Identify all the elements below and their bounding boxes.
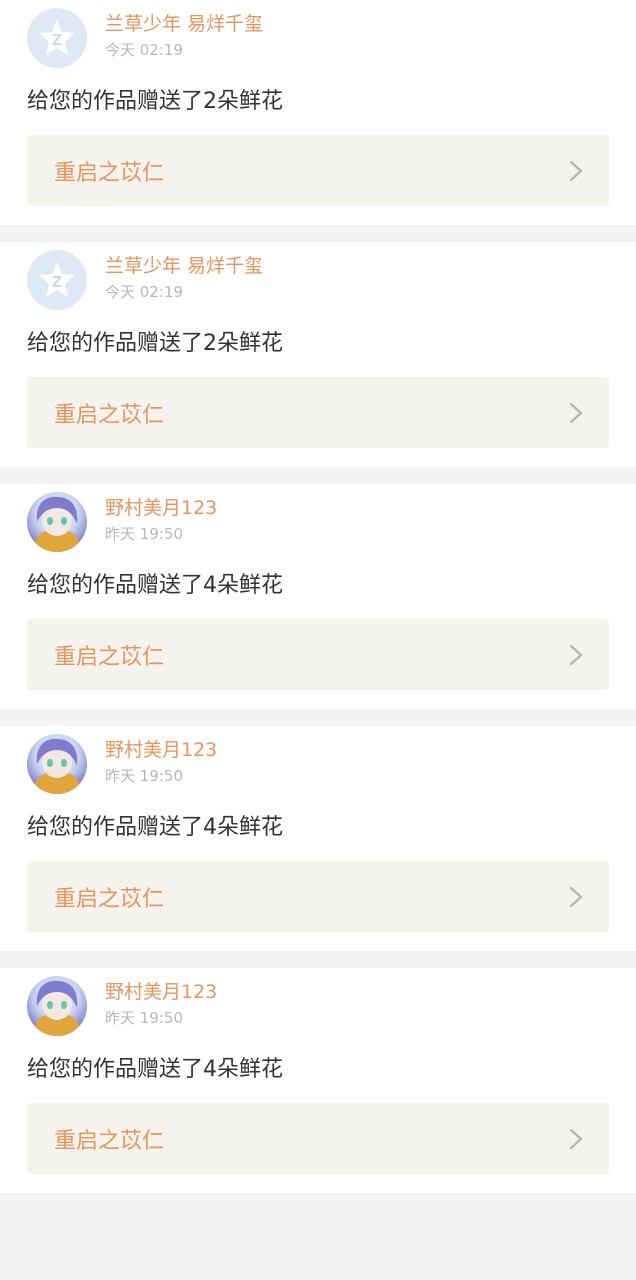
chevron-right-icon	[569, 1128, 583, 1149]
anime-avatar[interactable]	[27, 976, 87, 1036]
chevron-right-icon	[569, 644, 583, 665]
username[interactable]: 兰草少年 易烊千玺	[105, 11, 263, 37]
svg-text:Z: Z	[52, 32, 62, 49]
chevron-right-icon	[569, 160, 583, 181]
user-meta: 野村美月123 昨天 19:50	[105, 734, 217, 787]
default-avatar[interactable]: Z	[27, 250, 87, 310]
gift-notification-feed: Z 兰草少年 易烊千玺 今天 02:19 给您的作品赠送了2朵鲜花 重启之苡仁 …	[0, 0, 636, 1193]
notification-card: Z 兰草少年 易烊千玺 今天 02:19 给您的作品赠送了2朵鲜花 重启之苡仁	[0, 242, 636, 467]
card-header: 野村美月123 昨天 19:50	[27, 730, 609, 796]
anime-avatar-icon	[33, 496, 81, 552]
user-meta: 兰草少年 易烊千玺 今天 02:19	[105, 250, 263, 303]
timestamp: 昨天 19:50	[105, 767, 183, 785]
work-link-button[interactable]: 重启之苡仁	[27, 135, 609, 206]
card-header: Z 兰草少年 易烊千玺 今天 02:19	[27, 246, 609, 312]
username[interactable]: 野村美月123	[105, 737, 217, 763]
work-link-button[interactable]: 重启之苡仁	[27, 861, 609, 932]
user-meta: 野村美月123 昨天 19:50	[105, 492, 217, 545]
card-header: Z 兰草少年 易烊千玺 今天 02:19	[27, 4, 609, 70]
username[interactable]: 兰草少年 易烊千玺	[105, 253, 263, 279]
timestamp: 昨天 19:50	[105, 1009, 183, 1027]
user-meta: 野村美月123 昨天 19:50	[105, 976, 217, 1029]
gift-message: 给您的作品赠送了4朵鲜花	[27, 573, 283, 598]
notification-card: 野村美月123 昨天 19:50 给您的作品赠送了4朵鲜花 重启之苡仁	[0, 726, 636, 951]
default-avatar[interactable]: Z	[27, 8, 87, 68]
work-title: 重启之苡仁	[54, 886, 165, 912]
gift-message: 给您的作品赠送了2朵鲜花	[27, 331, 283, 356]
work-title: 重启之苡仁	[54, 1128, 165, 1154]
chevron-right-icon	[569, 402, 583, 423]
work-title: 重启之苡仁	[54, 644, 165, 670]
anime-avatar[interactable]	[27, 734, 87, 794]
svg-text:Z: Z	[52, 274, 62, 291]
work-link-button[interactable]: 重启之苡仁	[27, 377, 609, 448]
username[interactable]: 野村美月123	[105, 495, 217, 521]
notification-card: Z 兰草少年 易烊千玺 今天 02:19 给您的作品赠送了2朵鲜花 重启之苡仁	[0, 0, 636, 225]
gift-message: 给您的作品赠送了2朵鲜花	[27, 89, 283, 114]
anime-avatar-icon	[33, 738, 81, 794]
default-avatar-icon: Z	[39, 262, 75, 297]
anime-avatar-icon	[33, 980, 81, 1036]
notification-card: 野村美月123 昨天 19:50 给您的作品赠送了4朵鲜花 重启之苡仁	[0, 968, 636, 1193]
anime-avatar[interactable]	[27, 492, 87, 552]
work-link-button[interactable]: 重启之苡仁	[27, 1103, 609, 1174]
timestamp: 今天 02:19	[105, 41, 183, 59]
card-header: 野村美月123 昨天 19:50	[27, 488, 609, 554]
gift-message: 给您的作品赠送了4朵鲜花	[27, 815, 283, 840]
username[interactable]: 野村美月123	[105, 979, 217, 1005]
work-link-button[interactable]: 重启之苡仁	[27, 619, 609, 690]
gift-message: 给您的作品赠送了4朵鲜花	[27, 1057, 283, 1082]
user-meta: 兰草少年 易烊千玺 今天 02:19	[105, 8, 263, 61]
timestamp: 今天 02:19	[105, 283, 183, 301]
card-header: 野村美月123 昨天 19:50	[27, 972, 609, 1038]
default-avatar-icon: Z	[39, 20, 75, 55]
chevron-right-icon	[569, 886, 583, 907]
notification-card: 野村美月123 昨天 19:50 给您的作品赠送了4朵鲜花 重启之苡仁	[0, 484, 636, 709]
work-title: 重启之苡仁	[54, 402, 165, 428]
timestamp: 昨天 19:50	[105, 525, 183, 543]
work-title: 重启之苡仁	[54, 160, 165, 186]
